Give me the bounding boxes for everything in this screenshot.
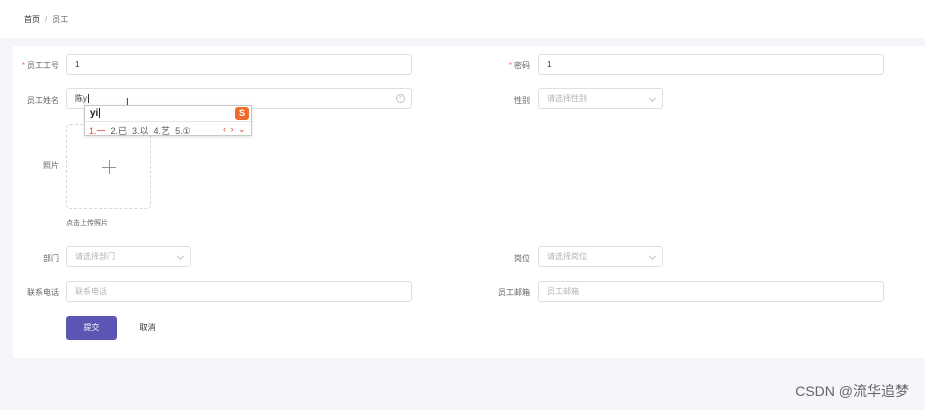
name-input-value: 陈y	[75, 94, 87, 103]
ime-candidate[interactable]: 1.一	[89, 126, 106, 136]
chevron-down-icon	[176, 252, 185, 261]
ime-candidate[interactable]: 5.①	[175, 126, 191, 136]
position-select[interactable]: 请选择岗位	[538, 246, 663, 267]
photo-label: 照片	[43, 161, 59, 170]
required-mark: *	[21, 61, 25, 70]
password-input[interactable]: 1	[538, 54, 884, 75]
chevron-down-icon	[648, 252, 657, 261]
ime-candidate-popup: yi S 1.一 2.已 3.以 4.艺 5.① ‹ › ⌄	[84, 105, 252, 136]
cancel-button[interactable]: 取消	[126, 316, 169, 340]
email-input[interactable]: 员工邮箱	[538, 281, 884, 302]
circle-close-icon[interactable]: ×	[396, 94, 405, 103]
top-bar: 首页 / 员工	[0, 0, 925, 38]
ime-page-nav-icon[interactable]: ‹ › ⌄	[223, 124, 247, 135]
ime-candidate[interactable]: 3.以	[132, 126, 149, 136]
breadcrumb: 首页 / 员工	[24, 14, 68, 25]
gender-select[interactable]: 请选择性别	[538, 88, 663, 109]
breadcrumb-home[interactable]: 首页	[24, 15, 40, 24]
ime-candidate[interactable]: 2.已	[111, 126, 128, 136]
required-mark: *	[508, 61, 512, 70]
phone-label: 联系电话	[27, 288, 59, 297]
plus-icon-vertical	[109, 160, 110, 174]
ime-divider	[85, 121, 251, 122]
gender-label: 性别	[514, 96, 530, 105]
position-placeholder: 请选择岗位	[547, 252, 587, 261]
employee-no-input[interactable]: 1	[66, 54, 412, 75]
position-label: 岗位	[514, 254, 530, 263]
gender-placeholder: 请选择性别	[547, 94, 587, 103]
department-select[interactable]: 请选择部门	[66, 246, 191, 267]
phone-input[interactable]: 联系电话	[66, 281, 412, 302]
chevron-down-icon	[648, 94, 657, 103]
watermark: CSDN @流华追梦	[795, 383, 909, 399]
password-label: * 密码	[508, 61, 530, 70]
upload-hint: 点击上传照片	[66, 220, 108, 227]
ime-candidate[interactable]: 4.艺	[154, 126, 171, 136]
ime-candidate-list: 1.一 2.已 3.以 4.艺 5.①	[89, 124, 196, 137]
name-label: 员工姓名	[27, 96, 59, 105]
department-placeholder: 请选择部门	[75, 252, 115, 261]
employee-no-label: * 员工工号	[21, 61, 59, 70]
email-label: 员工邮箱	[498, 288, 530, 297]
sogou-logo-icon[interactable]: S	[235, 107, 249, 120]
input-cursor	[88, 94, 89, 104]
ime-composition: yi	[90, 108, 101, 119]
department-label: 部门	[43, 254, 59, 263]
breadcrumb-separator: /	[45, 15, 48, 24]
breadcrumb-current: 员工	[52, 15, 69, 24]
submit-button[interactable]: 提交	[66, 316, 117, 340]
